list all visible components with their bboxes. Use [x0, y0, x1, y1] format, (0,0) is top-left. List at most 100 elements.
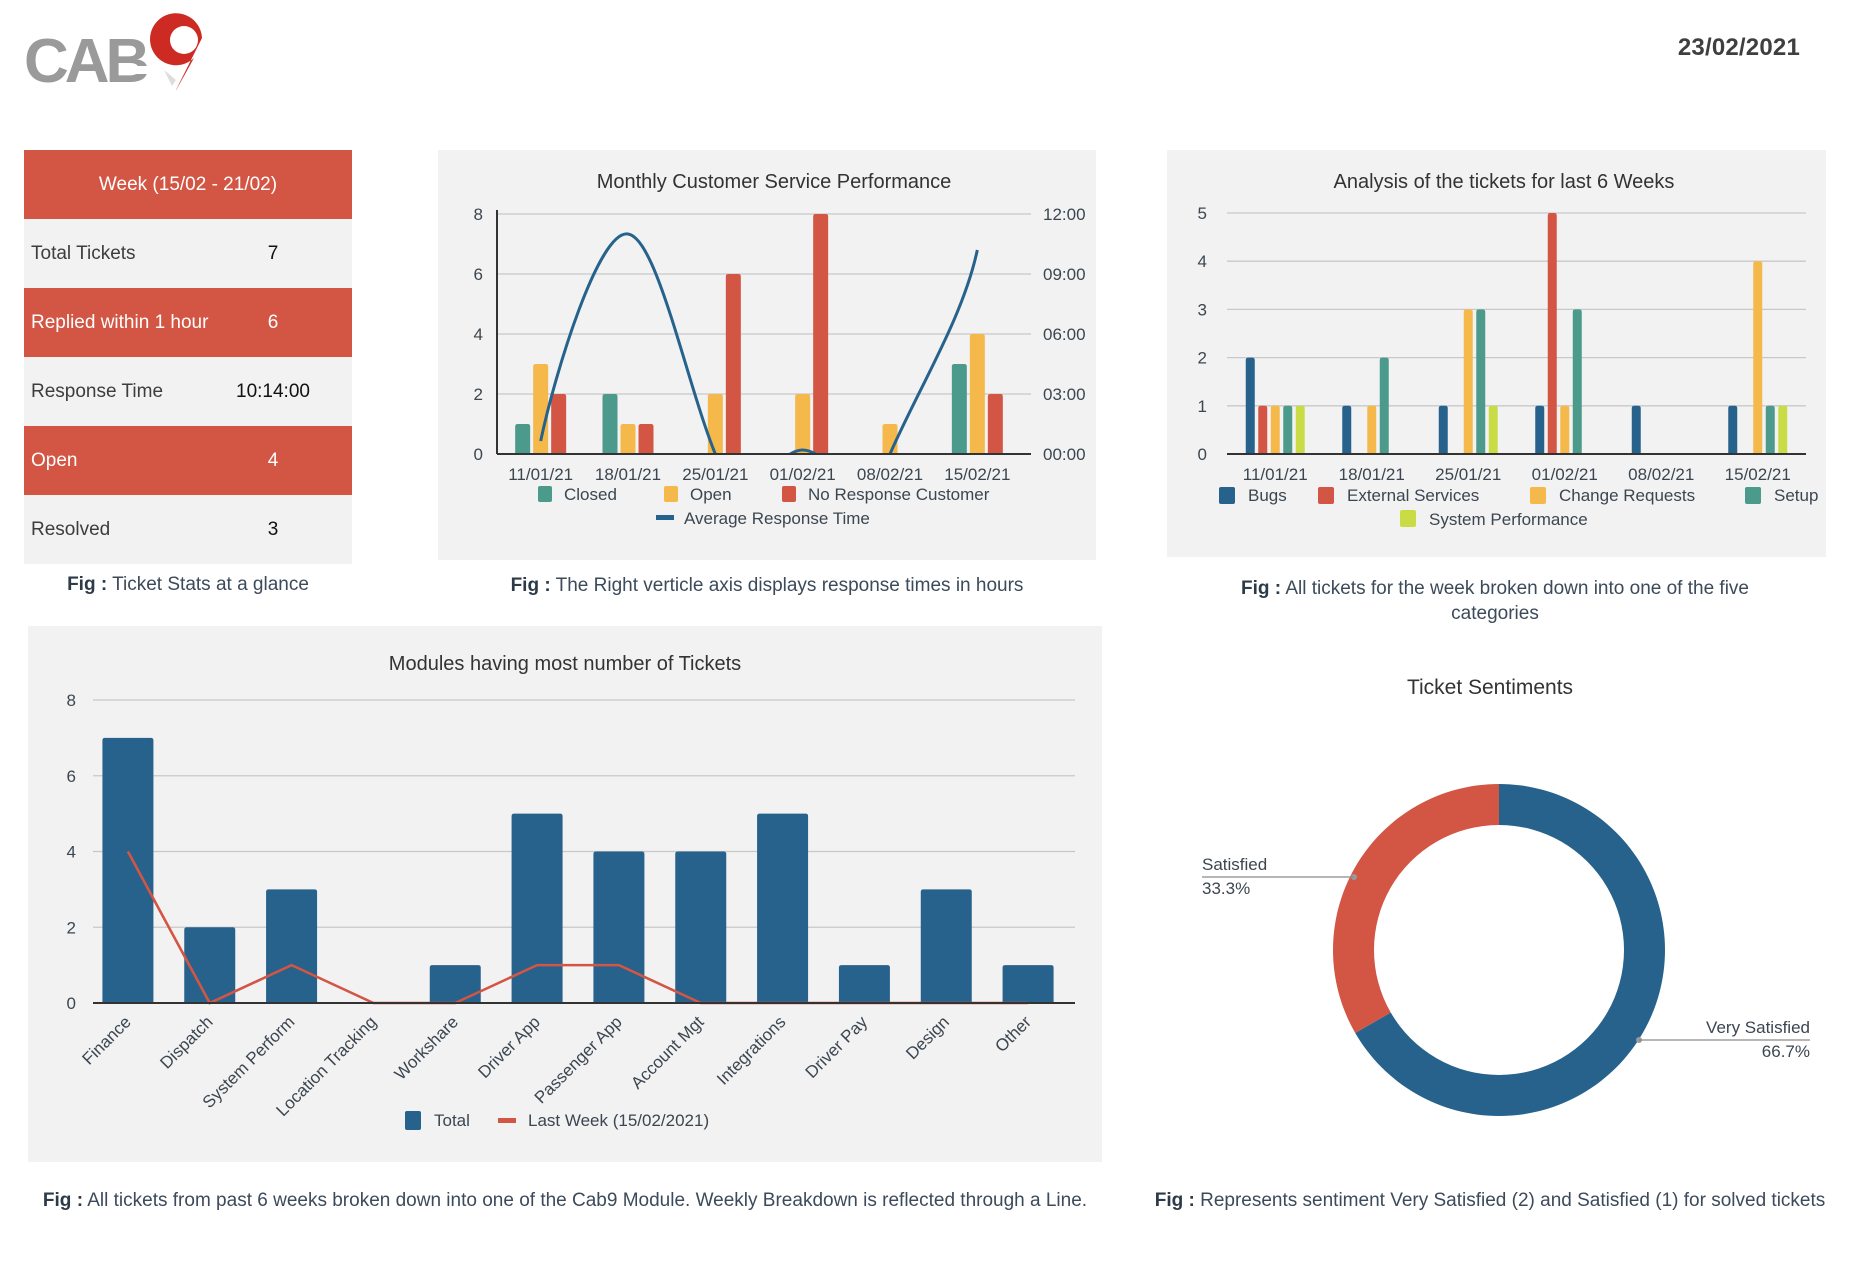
y2-axis-tick-label: 03:00: [1043, 385, 1086, 404]
ticket-stats-table: Week (15/02 - 21/02) Total Tickets 7 Rep…: [24, 150, 352, 564]
performance-chart-panel: Monthly Customer Service Performance 0 00…: [438, 150, 1096, 560]
bar-closed: [602, 394, 618, 454]
bar-external-services: [1547, 213, 1557, 454]
bar-change-requests: [1367, 405, 1377, 454]
bar-total: [593, 851, 645, 1003]
bar-total: [429, 965, 481, 1003]
stats-label: Resolved: [31, 519, 111, 540]
analysis-caption: Fig : All tickets for the week broken do…: [1200, 576, 1790, 626]
y-axis-tick-label: 4: [1198, 252, 1207, 271]
bar-total: [838, 965, 890, 1003]
legend-label: Change Requests: [1559, 486, 1695, 505]
caption-prefix: Fig :: [1241, 578, 1282, 599]
legend-label: No Response Customer: [808, 485, 990, 504]
bar-setup: [1572, 309, 1582, 454]
slice-percent: 66.7%: [1762, 1042, 1810, 1061]
y-axis-tick-label: 8: [67, 691, 76, 710]
caption-prefix: Fig :: [67, 574, 108, 595]
legend-swatch: [1530, 487, 1546, 504]
caption-text: All tickets from past 6 weeks broken dow…: [83, 1190, 1088, 1211]
y2-axis-tick-label: 06:00: [1043, 325, 1086, 344]
bar-total: [675, 851, 727, 1003]
legend-label: Open: [690, 485, 732, 504]
bar-setup: [1379, 357, 1389, 454]
x-axis-tick-label: 11/01/21: [1243, 465, 1308, 484]
bar-bugs: [1342, 405, 1352, 454]
y-axis-tick-label: 8: [474, 205, 483, 224]
legend-swatch: [664, 486, 678, 502]
bar-total: [1002, 965, 1054, 1003]
caption-prefix: Fig :: [1154, 1190, 1195, 1211]
stats-label: Total Tickets: [31, 243, 136, 264]
caption-prefix: Fig :: [42, 1190, 84, 1211]
legend-label: Closed: [564, 485, 617, 504]
caption-text: Represents sentiment Very Satisfied (2) …: [1194, 1190, 1826, 1211]
x-axis-tick-label: 18/01/21: [595, 465, 661, 484]
stats-value: 10:14:00: [236, 380, 310, 402]
bar-system-performance: [1778, 405, 1788, 454]
x-axis-tick-label: 01/02/21: [1532, 465, 1598, 484]
legend-label: Setup: [1774, 486, 1818, 505]
bar-change-requests: [1463, 309, 1473, 454]
bar-bugs: [1535, 405, 1545, 454]
legend-line-swatch: [498, 1118, 516, 1123]
stats-value: 3: [267, 518, 279, 540]
bar-no-response-customer: [813, 214, 829, 454]
y-axis-tick-label: 1: [1198, 397, 1207, 416]
modules-chart-panel: Modules having most number of Tickets 0 2…: [28, 626, 1102, 1162]
bar-bugs: [1438, 405, 1448, 454]
y2-axis-tick-label: 12:00: [1043, 205, 1086, 224]
legend-label: External Services: [1347, 486, 1479, 505]
sentiment-chart-area: Ticket Sentiments Very Satisfied 66.7% Sat…: [1130, 660, 1850, 1160]
stats-row-open: Open 4: [24, 426, 352, 495]
caption-text: Ticket Stats at a glance: [107, 574, 309, 595]
slice-label: Very Satisfied: [1706, 1018, 1810, 1037]
x-axis-tick-label: 01/02/21: [770, 465, 836, 484]
x-axis-tick-label: 15/02/21: [1725, 465, 1791, 484]
y2-axis-tick-label: 09:00: [1043, 265, 1086, 284]
modules-chart: Modules having most number of Tickets 0 2…: [67, 653, 1075, 1130]
legend-label: Total: [434, 1111, 470, 1130]
bar-setup: [1283, 405, 1293, 454]
x-axis-tick-label: 11/01/21: [508, 465, 573, 484]
bar-open: [707, 394, 723, 454]
x-axis-tick-label: 18/01/21: [1339, 465, 1405, 484]
bar-total: [266, 889, 318, 1003]
x-axis-tick-label: Workshare: [391, 1012, 462, 1083]
x-axis-tick-label: 25/01/21: [682, 465, 748, 484]
caption-text: All tickets for the week broken down int…: [1281, 578, 1749, 624]
y-axis-tick-label: 6: [474, 265, 483, 284]
bar-open: [969, 334, 985, 454]
y-axis-tick-label: 2: [67, 918, 76, 937]
legend-label: System Performance: [1429, 510, 1588, 529]
cab9-logo: CAB: [24, 10, 224, 96]
bar-bugs: [1245, 357, 1255, 454]
x-axis-tick-label: Passenger App: [531, 1012, 626, 1107]
y2-axis-tick-label: 00:00: [1043, 445, 1086, 464]
bar-system-performance: [1295, 405, 1305, 454]
y-axis-tick-label: 0: [474, 445, 483, 464]
bar-open: [620, 424, 636, 454]
bar-no-response-customer: [987, 394, 1003, 454]
stats-caption: Fig : Ticket Stats at a glance: [24, 572, 352, 597]
bar-setup: [1476, 309, 1486, 454]
bar-total: [184, 927, 236, 1003]
x-axis-tick-label: Driver App: [474, 1012, 544, 1082]
y-axis-tick-label: 2: [474, 385, 483, 404]
bar-setup: [1765, 405, 1775, 454]
caption-prefix: Fig :: [510, 575, 551, 596]
legend-label: Last Week (15/02/2021): [528, 1111, 709, 1130]
x-axis-tick-label: Finance: [79, 1012, 135, 1068]
x-axis-tick-label: Other: [991, 1012, 1035, 1056]
modules-caption: Fig : All tickets from past 6 weeks brok…: [28, 1188, 1102, 1213]
x-axis-tick-label: Dispatch: [156, 1012, 216, 1072]
stats-value: 6: [267, 311, 279, 333]
bar-external-services: [1258, 405, 1268, 454]
logo-wordmark: CAB: [24, 27, 148, 90]
bar-total: [920, 889, 972, 1003]
x-axis-tick-label: Account Mgt: [627, 1012, 707, 1092]
legend-swatch: [1745, 487, 1761, 504]
x-axis-tick-label: Design: [902, 1012, 953, 1063]
stats-value: 4: [267, 449, 279, 471]
y-axis-tick-label: 0: [1198, 445, 1207, 464]
